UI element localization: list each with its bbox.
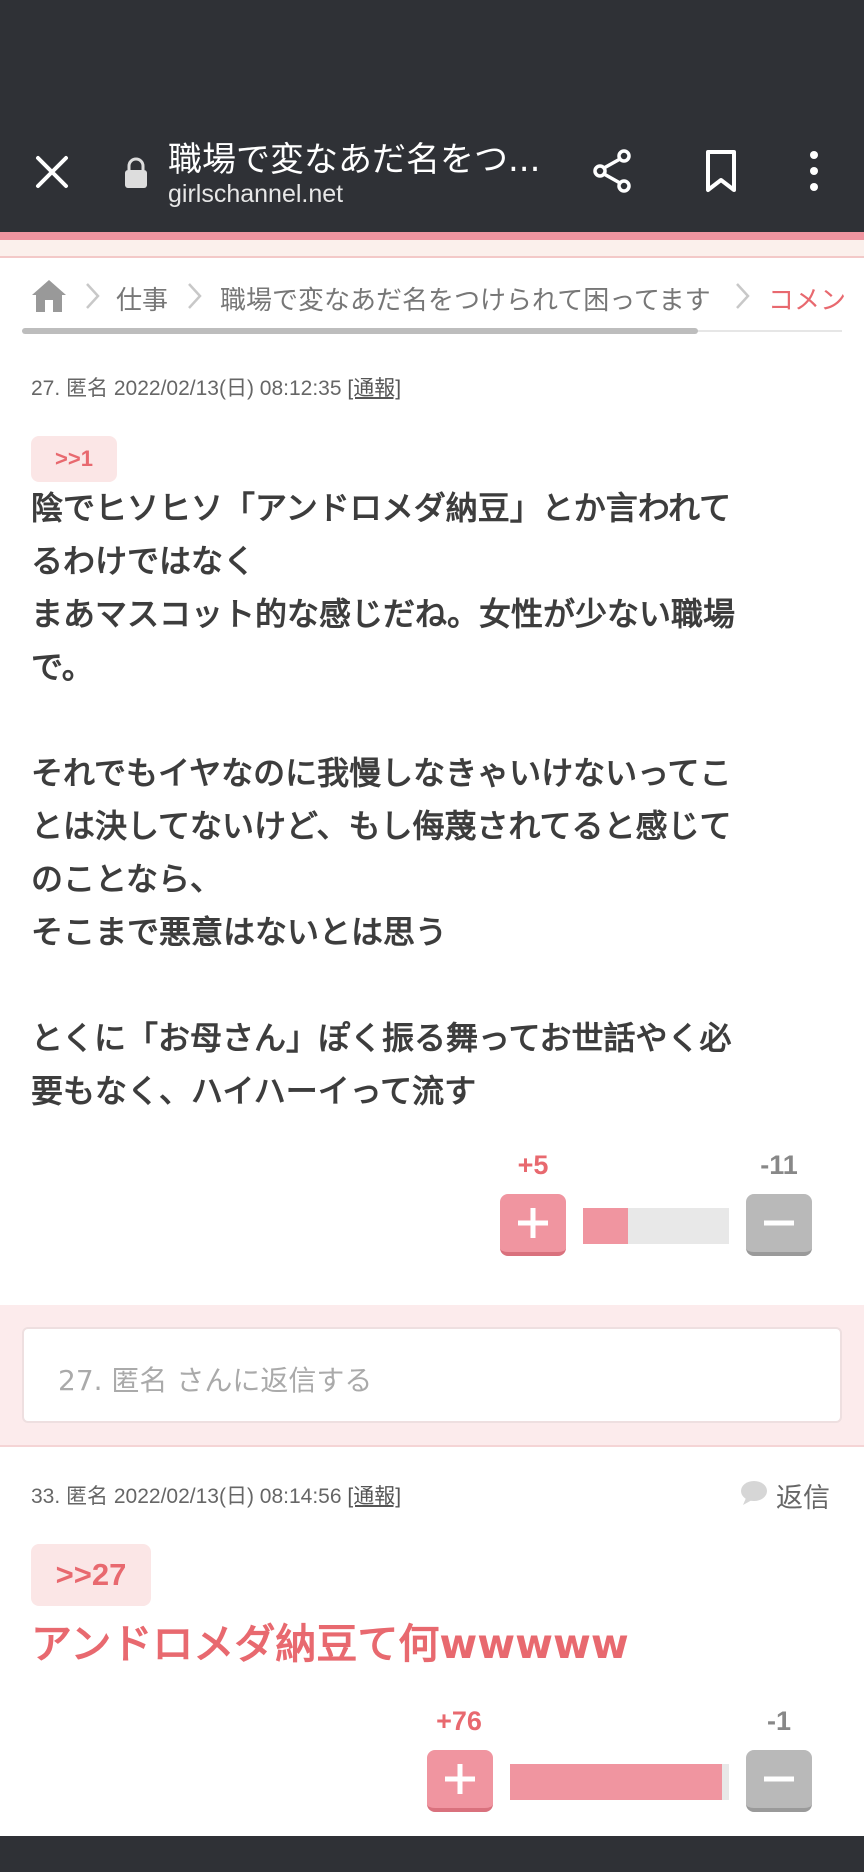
breadcrumb-scrollbar[interactable] bbox=[22, 328, 698, 334]
share-icon[interactable] bbox=[588, 146, 638, 196]
vote-ratio-fill bbox=[583, 1208, 629, 1244]
navigation-bar bbox=[0, 1836, 864, 1872]
chevron-right-icon bbox=[84, 280, 102, 312]
breadcrumb: 仕事 職場で変なあだ名をつけられて困ってます コメン bbox=[0, 258, 864, 338]
minus-vote-count: -11 bbox=[760, 1150, 798, 1180]
chevron-right-icon bbox=[734, 280, 752, 312]
plus-vote-button[interactable] bbox=[500, 1194, 566, 1256]
browser-toolbar: 職場で変なあだ名をつ... girlschannel.net bbox=[0, 112, 864, 232]
report-link[interactable]: [通報] bbox=[347, 377, 401, 400]
vote-ratio-bar bbox=[583, 1208, 729, 1244]
minus-vote-button[interactable] bbox=[746, 1750, 812, 1812]
page-url: girlschannel.net bbox=[168, 180, 344, 208]
reply-input[interactable]: 27. 匿名 さんに返信する bbox=[22, 1327, 842, 1423]
home-icon[interactable] bbox=[30, 278, 68, 314]
report-link[interactable]: [通報] bbox=[347, 1485, 401, 1508]
comment-body: 陰でヒソヒソ「アンドロメダ納豆」とか言われて るわけではなく まあマスコット的な… bbox=[31, 489, 736, 1110]
lock-icon bbox=[122, 156, 150, 190]
plus-vote-button[interactable] bbox=[427, 1750, 493, 1812]
comment-meta-text: 27. 匿名 2022/02/13(日) 08:12:35 bbox=[31, 377, 342, 400]
close-icon[interactable] bbox=[26, 146, 78, 198]
reply-link[interactable]: 返信 bbox=[776, 1476, 830, 1515]
vote-ratio-fill bbox=[510, 1764, 723, 1800]
header-divider bbox=[0, 232, 864, 258]
more-options-icon[interactable] bbox=[794, 146, 834, 196]
chat-bubble-icon bbox=[740, 1480, 768, 1506]
comment-meta: 27. 匿名 2022/02/13(日) 08:12:35 [通報] bbox=[31, 372, 401, 402]
reply-area: 27. 匿名 さんに返信する bbox=[0, 1305, 864, 1447]
breadcrumb-item-comments: コメン bbox=[768, 286, 847, 316]
status-bar bbox=[0, 0, 864, 112]
minus-vote-count: -1 bbox=[766, 1706, 791, 1736]
page-title: 職場で変なあだ名をつ... bbox=[168, 140, 541, 180]
breadcrumb-item-work[interactable]: 仕事 bbox=[116, 280, 168, 317]
comment-meta-text: 33. 匿名 2022/02/13(日) 08:14:56 bbox=[31, 1485, 342, 1508]
plus-vote-count: +5 bbox=[517, 1150, 549, 1180]
comment-meta: 33. 匿名 2022/02/13(日) 08:14:56 [通報] bbox=[31, 1480, 401, 1510]
minus-vote-button[interactable] bbox=[746, 1194, 812, 1256]
breadcrumb-item-topic[interactable]: 職場で変なあだ名をつけられて困ってます bbox=[220, 280, 711, 317]
chevron-right-icon bbox=[186, 280, 204, 312]
bookmark-icon[interactable] bbox=[696, 146, 746, 196]
anchor-link[interactable]: >>27 bbox=[31, 1544, 151, 1606]
comment-body: アンドロメダ納豆て何wwwww bbox=[31, 1620, 629, 1668]
vote-ratio-bar bbox=[510, 1764, 729, 1800]
anchor-link[interactable]: >>1 bbox=[31, 436, 117, 482]
plus-vote-count: +76 bbox=[436, 1706, 482, 1736]
